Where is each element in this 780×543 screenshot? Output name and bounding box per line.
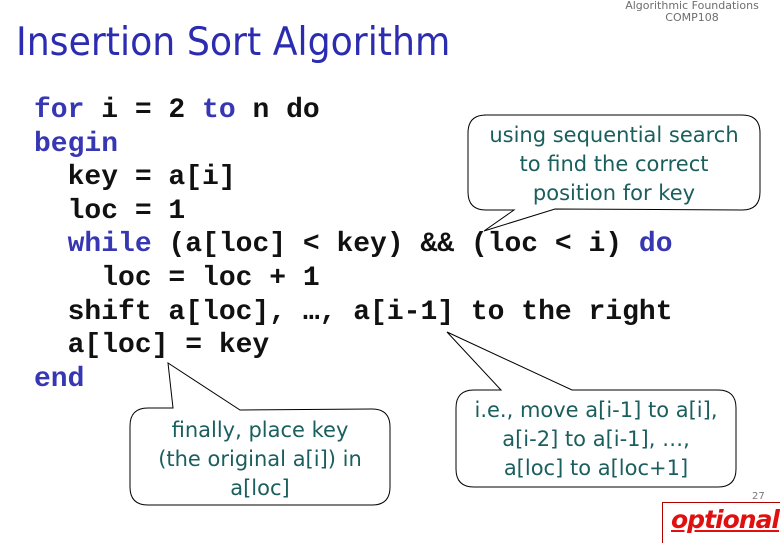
callout-line: using sequential search [489, 123, 739, 147]
callout-line: to find the correct [519, 152, 709, 176]
optional-label: optional [671, 505, 780, 534]
callout-line: position for key [532, 181, 696, 205]
callout-line: i.e., move a[i-1] to a[i], [474, 398, 718, 422]
callout-line: finally, place key [171, 418, 349, 442]
callout-line: a[i-2] to a[i-1], …, [502, 427, 690, 451]
page-number: 27 [752, 491, 765, 502]
callout-line: a[loc] [230, 476, 290, 500]
callout-search-text: using sequential search to find the corr… [468, 121, 760, 208]
optional-badge: optional [662, 502, 780, 543]
callout-line: (the original a[i]) in [158, 447, 362, 471]
callout-line: a[loc] to a[loc+1] [503, 456, 689, 480]
callout-shift-text: i.e., move a[i-1] to a[i], a[i-2] to a[i… [456, 396, 736, 483]
callout-place-text: finally, place key (the original a[i]) i… [130, 416, 390, 503]
